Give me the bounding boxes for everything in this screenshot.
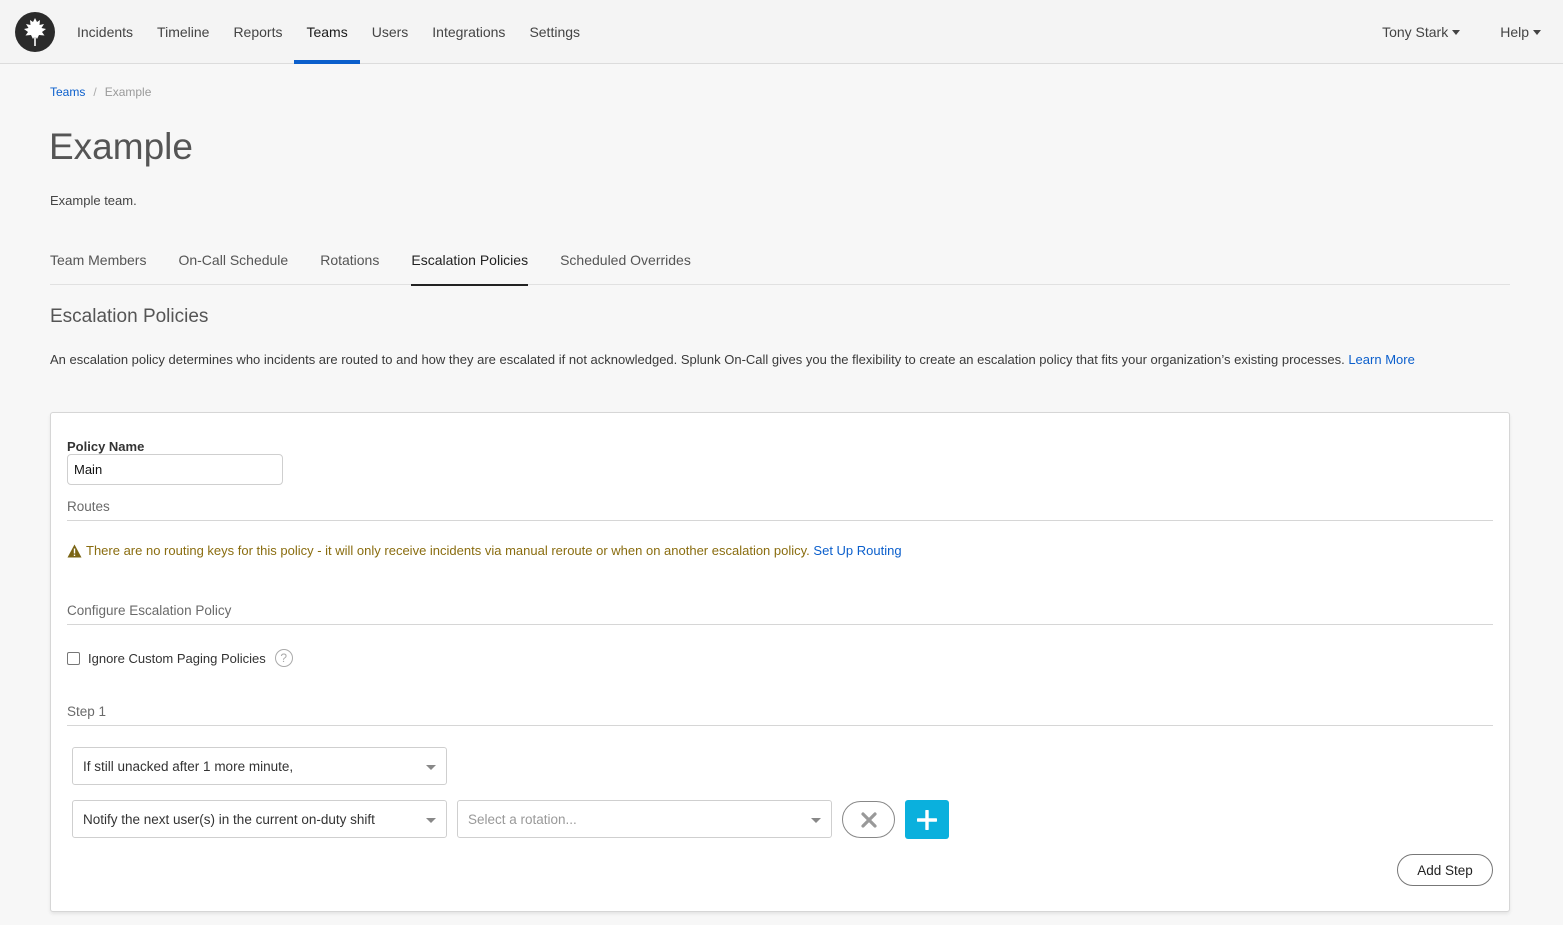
nav-item-users[interactable]: Users (360, 0, 421, 64)
plus-icon (917, 809, 937, 830)
timing-select-value: If still unacked after 1 more minute, (83, 758, 294, 774)
dropdown-arrow-icon (426, 818, 436, 823)
section-description: An escalation policy determines who inci… (50, 350, 1510, 369)
leaf-logo-icon[interactable] (15, 12, 55, 52)
help-menu[interactable]: Help (1500, 24, 1541, 40)
nav-item-settings[interactable]: Settings (517, 0, 592, 64)
section-title: Escalation Policies (50, 306, 209, 327)
nav-right: Tony Stark Help (1382, 0, 1541, 64)
tab-scheduled-overrides[interactable]: Scheduled Overrides (560, 244, 691, 285)
no-routing-warning: There are no routing keys for this polic… (67, 543, 902, 558)
warning-icon (67, 544, 82, 557)
dropdown-arrow-icon (811, 818, 821, 823)
ignore-paging-checkbox[interactable] (67, 651, 80, 665)
breadcrumb-teams-link[interactable]: Teams (50, 85, 85, 99)
nav-item-integrations[interactable]: Integrations (420, 0, 517, 64)
dropdown-arrow-icon (426, 765, 436, 770)
ignore-paging-row: Ignore Custom Paging Policies ? (67, 649, 293, 667)
breadcrumb: Teams / Example (50, 85, 151, 99)
tab-on-call-schedule[interactable]: On-Call Schedule (178, 244, 288, 285)
page-title: Example (49, 126, 193, 167)
step-heading: Step 1 (67, 704, 1493, 726)
policy-name-label: Policy Name (67, 439, 145, 454)
breadcrumb-separator: / (93, 85, 97, 99)
breadcrumb-current: Example (104, 85, 152, 99)
nav-item-reports[interactable]: Reports (221, 0, 294, 64)
tab-escalation-policies[interactable]: Escalation Policies (411, 244, 528, 286)
nav-item-incidents[interactable]: Incidents (65, 0, 145, 64)
timing-select[interactable]: If still unacked after 1 more minute, (72, 747, 447, 785)
rotation-select-placeholder: Select a rotation... (468, 811, 577, 827)
routes-heading: Routes (67, 499, 1493, 521)
action-select[interactable]: Notify the next user(s) in the current o… (72, 800, 447, 838)
main-nav: Incidents Timeline Reports Teams Users I… (65, 0, 592, 64)
top-navigation-bar: Incidents Timeline Reports Teams Users I… (0, 0, 1563, 64)
nav-item-teams[interactable]: Teams (294, 0, 360, 64)
caret-down-icon (1452, 29, 1461, 35)
remove-action-button[interactable] (842, 801, 895, 838)
nav-item-timeline[interactable]: Timeline (145, 0, 221, 64)
user-menu[interactable]: Tony Stark (1382, 24, 1461, 40)
user-menu-label: Tony Stark (1382, 24, 1449, 40)
set-up-routing-link[interactable]: Set Up Routing (813, 543, 901, 558)
team-tabs: Team Members On-Call Schedule Rotations … (50, 244, 1510, 286)
help-glyph: ? (280, 651, 288, 665)
policy-name-input[interactable] (67, 454, 283, 485)
tab-rotations[interactable]: Rotations (320, 244, 379, 285)
rotation-select[interactable]: Select a rotation... (457, 800, 832, 838)
help-menu-label: Help (1500, 24, 1529, 40)
team-description: Example team. (50, 193, 137, 208)
action-select-value: Notify the next user(s) in the current o… (83, 811, 375, 827)
help-circle-icon[interactable]: ? (274, 649, 293, 667)
caret-down-icon (1533, 29, 1541, 35)
tab-team-members[interactable]: Team Members (50, 244, 146, 285)
ignore-paging-label[interactable]: Ignore Custom Paging Policies (88, 651, 266, 666)
section-description-text: An escalation policy determines who inci… (50, 352, 1345, 367)
add-action-button[interactable] (905, 800, 949, 839)
configure-policy-heading: Configure Escalation Policy (67, 603, 1493, 625)
close-icon (860, 811, 877, 828)
add-step-button[interactable]: Add Step (1397, 854, 1493, 886)
escalation-policy-card: Policy Name Routes There are no routing … (50, 412, 1510, 912)
learn-more-link[interactable]: Learn More (1348, 352, 1414, 367)
warning-text: There are no routing keys for this polic… (86, 543, 810, 558)
